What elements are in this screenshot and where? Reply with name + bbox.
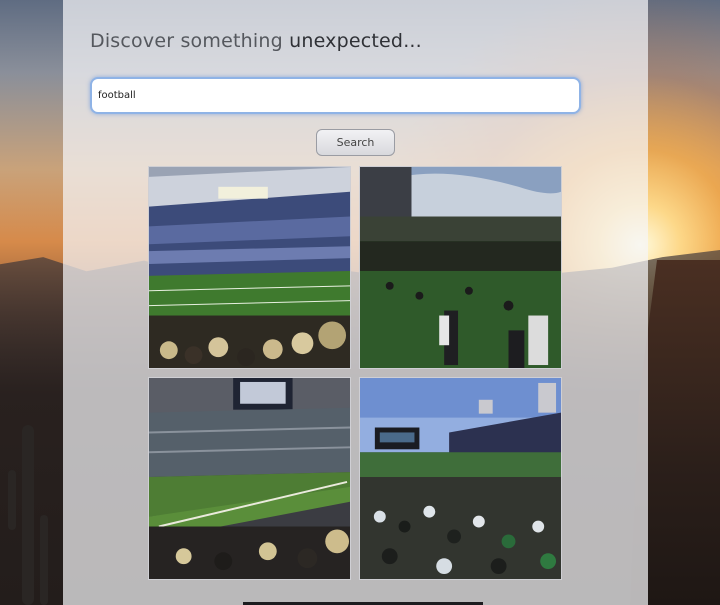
page-headline: Discover something unexpected... <box>90 30 422 52</box>
stadium-image <box>149 167 350 368</box>
cactus-silhouette <box>40 515 48 605</box>
stadium-image <box>149 378 350 579</box>
search-button[interactable]: Search <box>316 129 395 156</box>
stadium-image <box>360 167 561 368</box>
search-input[interactable] <box>90 77 581 114</box>
headline-emphasis: unexpected... <box>289 30 422 52</box>
result-photo[interactable] <box>359 166 562 369</box>
result-photo[interactable] <box>148 166 351 369</box>
cactus-silhouette <box>22 425 34 605</box>
stadium-image <box>360 378 561 579</box>
result-photo[interactable] <box>359 377 562 580</box>
headline-text: Discover something <box>90 30 283 52</box>
cactus-silhouette <box>8 470 16 530</box>
result-photo[interactable] <box>148 377 351 580</box>
